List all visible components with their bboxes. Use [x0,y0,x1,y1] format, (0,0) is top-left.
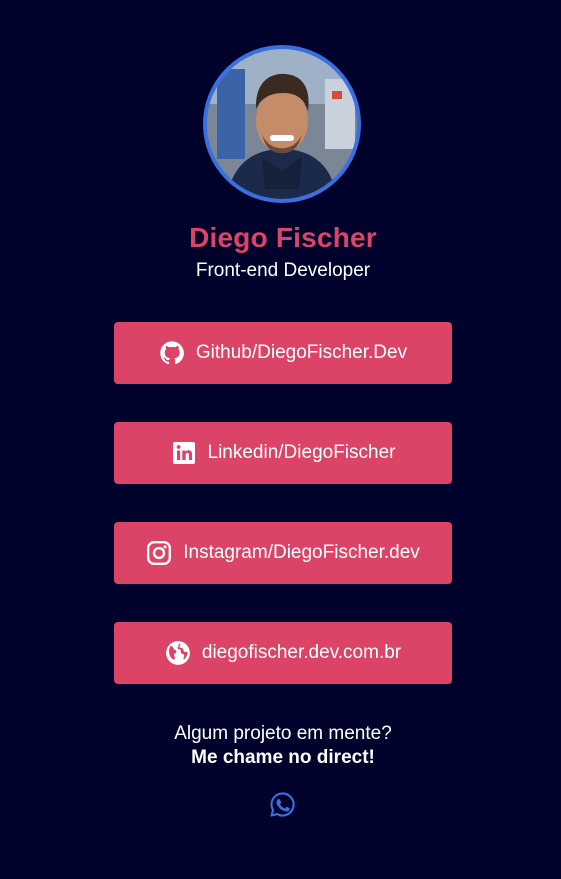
linkedin-link-label: Linkedin/DiegoFischer [207,442,396,463]
linktree-page: Diego Fischer Front-end Developer Github… [0,0,561,879]
links-list: Github/DiegoFischer.Dev Linkedin/DiegoFi… [114,322,452,722]
profile-role: Front-end Developer [195,260,371,281]
linkedin-icon [171,440,197,466]
website-link-button[interactable]: diegofischer.dev.com.br [114,622,452,684]
website-link-label: diegofischer.dev.com.br [201,642,402,663]
profile-name: Diego Fischer [189,222,377,253]
avatar [203,45,361,203]
github-link-button[interactable]: Github/DiegoFischer.Dev [114,322,452,384]
instagram-link-button[interactable]: Instagram/DiegoFischer.dev [114,522,452,584]
contact-question: Algum projeto em mente? [174,723,392,744]
avatar-photo [207,49,357,199]
instagram-icon [146,540,172,566]
contact-direct-text: Me chame no direct! [191,747,375,768]
linkedin-link-button[interactable]: Linkedin/DiegoFischer [114,422,452,484]
instagram-link-label: Instagram/DiegoFischer.dev [183,542,420,563]
github-link-label: Github/DiegoFischer.Dev [195,342,408,363]
whatsapp-icon[interactable] [269,791,296,818]
contact-callout: Algum projeto em mente? Me chame no dire… [0,722,561,770]
github-icon [159,340,185,366]
globe-icon [165,640,191,666]
